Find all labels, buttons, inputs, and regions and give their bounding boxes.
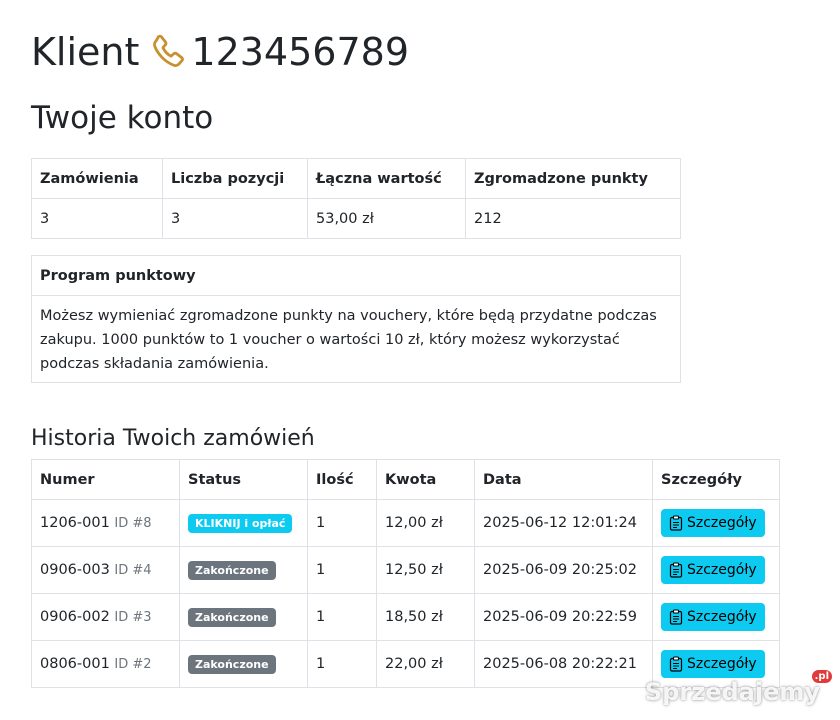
order-details-cell: Szczegóły [652, 499, 780, 547]
history-header-status: Status [179, 459, 308, 500]
details-button-label: Szczegóły [687, 656, 757, 672]
history-header-row: Numer Status Ilość Kwota Data Szczegóły [31, 459, 780, 500]
order-details-cell: Szczegóły [652, 593, 780, 641]
order-number-cell: 0806-001 ID #2 [31, 640, 180, 688]
clipboard-icon [669, 609, 683, 625]
order-amount: 12,00 zł [376, 499, 475, 547]
order-date: 2025-06-08 20:22:21 [474, 640, 653, 688]
order-qty: 1 [307, 499, 377, 547]
summary-value-items: 3 [162, 198, 308, 239]
summary-value-points: 212 [465, 198, 681, 239]
table-row: 0906-002 ID #3 Zakończone 1 18,50 zł 202… [31, 593, 780, 641]
order-status-cell: KLIKNIJ i opłać [179, 499, 308, 547]
order-number-cell: 0906-002 ID #3 [31, 593, 180, 641]
order-number-cell: 0906-003 ID #4 [31, 546, 180, 594]
details-button[interactable]: Szczegóły [661, 509, 765, 537]
summary-header-row: Zamówienia Liczba pozycji Łączna wartość… [31, 158, 681, 199]
order-details-cell: Szczegóły [652, 546, 780, 594]
summary-value-orders: 3 [31, 198, 163, 239]
status-badge: Zakończone [188, 560, 276, 580]
order-history-title: Historia Twoich zamówień [31, 426, 315, 451]
watermark-text: Sprzedajemy [644, 678, 820, 706]
details-button[interactable]: Szczegóły [661, 556, 765, 584]
watermark-suffix: .pl [811, 670, 832, 683]
details-button-label: Szczegóły [687, 609, 757, 625]
details-button-label: Szczegóły [687, 515, 757, 531]
order-number-cell: 1206-001 ID #8 [31, 499, 180, 547]
summary-values-row: 3 3 53,00 zł 212 [31, 198, 681, 239]
order-number: 0906-002 [40, 609, 110, 625]
order-id: ID #3 [114, 610, 152, 625]
order-qty: 1 [307, 593, 377, 641]
order-number: 0906-003 [40, 562, 110, 578]
client-label: Klient [31, 30, 140, 74]
order-qty: 1 [307, 640, 377, 688]
order-date: 2025-06-09 20:22:59 [474, 593, 653, 641]
status-badge: Zakończone [188, 654, 276, 674]
order-amount: 12,50 zł [376, 546, 475, 594]
points-program-text: Możesz wymieniać zgromadzone punkty na v… [40, 308, 657, 372]
clipboard-icon [669, 515, 683, 531]
account-title: Twoje konto [31, 100, 214, 136]
order-id: ID #4 [114, 563, 152, 578]
pay-now-badge[interactable]: KLIKNIJ i opłać [188, 513, 293, 533]
summary-header-points: Zgromadzone punkty [465, 158, 681, 199]
history-header-details: Szczegóły [652, 459, 780, 500]
table-row: 1206-001 ID #8 KLIKNIJ i opłać 1 12,00 z… [31, 499, 780, 547]
order-status-cell: Zakończone [179, 593, 308, 641]
history-header-amount: Kwota [376, 459, 475, 500]
order-amount: 22,00 zł [376, 640, 475, 688]
account-summary-table: Zamówienia Liczba pozycji Łączna wartość… [31, 158, 681, 239]
details-button[interactable]: Szczegóły [661, 650, 765, 678]
summary-header-orders: Zamówienia [31, 158, 163, 199]
client-number: 123456789 [191, 30, 409, 74]
details-button-label: Szczegóły [687, 562, 757, 578]
summary-value-total: 53,00 zł [307, 198, 466, 239]
order-status-cell: Zakończone [179, 640, 308, 688]
summary-header-total: Łączna wartość [307, 158, 466, 199]
points-program-card: Program punktowy Możesz wymieniać zgroma… [31, 255, 681, 383]
table-row: 0906-003 ID #4 Zakończone 1 12,50 zł 202… [31, 546, 780, 594]
summary-header-items: Liczba pozycji [162, 158, 308, 199]
order-amount: 18,50 zł [376, 593, 475, 641]
watermark-logo: Sprzedajemy .pl [644, 670, 832, 706]
order-history-table: Numer Status Ilość Kwota Data Szczegóły … [31, 459, 780, 688]
points-program-title: Program punktowy [32, 256, 680, 296]
clipboard-icon [669, 562, 683, 578]
client-title: Klient 123456789 [31, 28, 409, 76]
history-header-qty: Ilość [307, 459, 377, 500]
order-status-cell: Zakończone [179, 546, 308, 594]
order-number: 1206-001 [40, 515, 110, 531]
status-badge: Zakończone [188, 607, 276, 627]
order-date: 2025-06-12 12:01:24 [474, 499, 653, 547]
clipboard-icon [669, 656, 683, 672]
history-header-number: Numer [31, 459, 180, 500]
order-number: 0806-001 [40, 656, 110, 672]
order-date: 2025-06-09 20:25:02 [474, 546, 653, 594]
order-id: ID #8 [114, 516, 152, 531]
history-header-date: Data [474, 459, 653, 500]
details-button[interactable]: Szczegóły [661, 603, 765, 631]
order-qty: 1 [307, 546, 377, 594]
phone-icon [147, 31, 189, 73]
order-id: ID #2 [114, 657, 152, 672]
